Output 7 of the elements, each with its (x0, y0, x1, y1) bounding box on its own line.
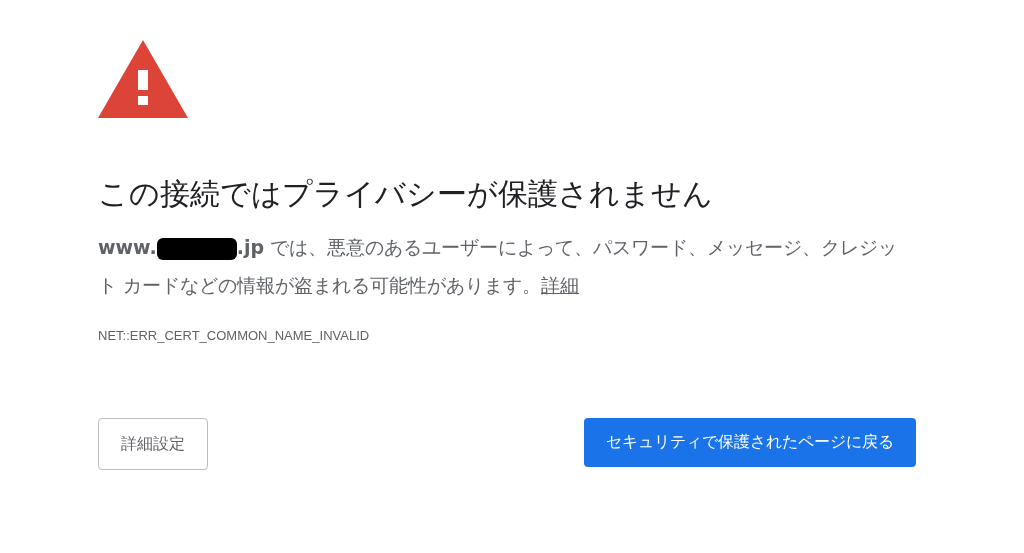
page-heading: この接続ではプライバシーが保護されません (98, 175, 714, 213)
back-to-safety-button[interactable]: セキュリティで保護されたページに戻る (584, 417, 916, 467)
details-link[interactable]: 詳細 (541, 274, 580, 296)
advanced-button[interactable]: 詳細設定 (98, 417, 208, 470)
error-code: NET::ERR_CERT_COMMON_NAME_INVALID (98, 327, 370, 345)
warning-icon (98, 40, 188, 118)
warning-text: www. .jp では、悪意のあるユーザーによって、パスワード、メッセージ、クレジット カードなどの情報が盗まれる可能性があります。詳細 (98, 235, 899, 298)
